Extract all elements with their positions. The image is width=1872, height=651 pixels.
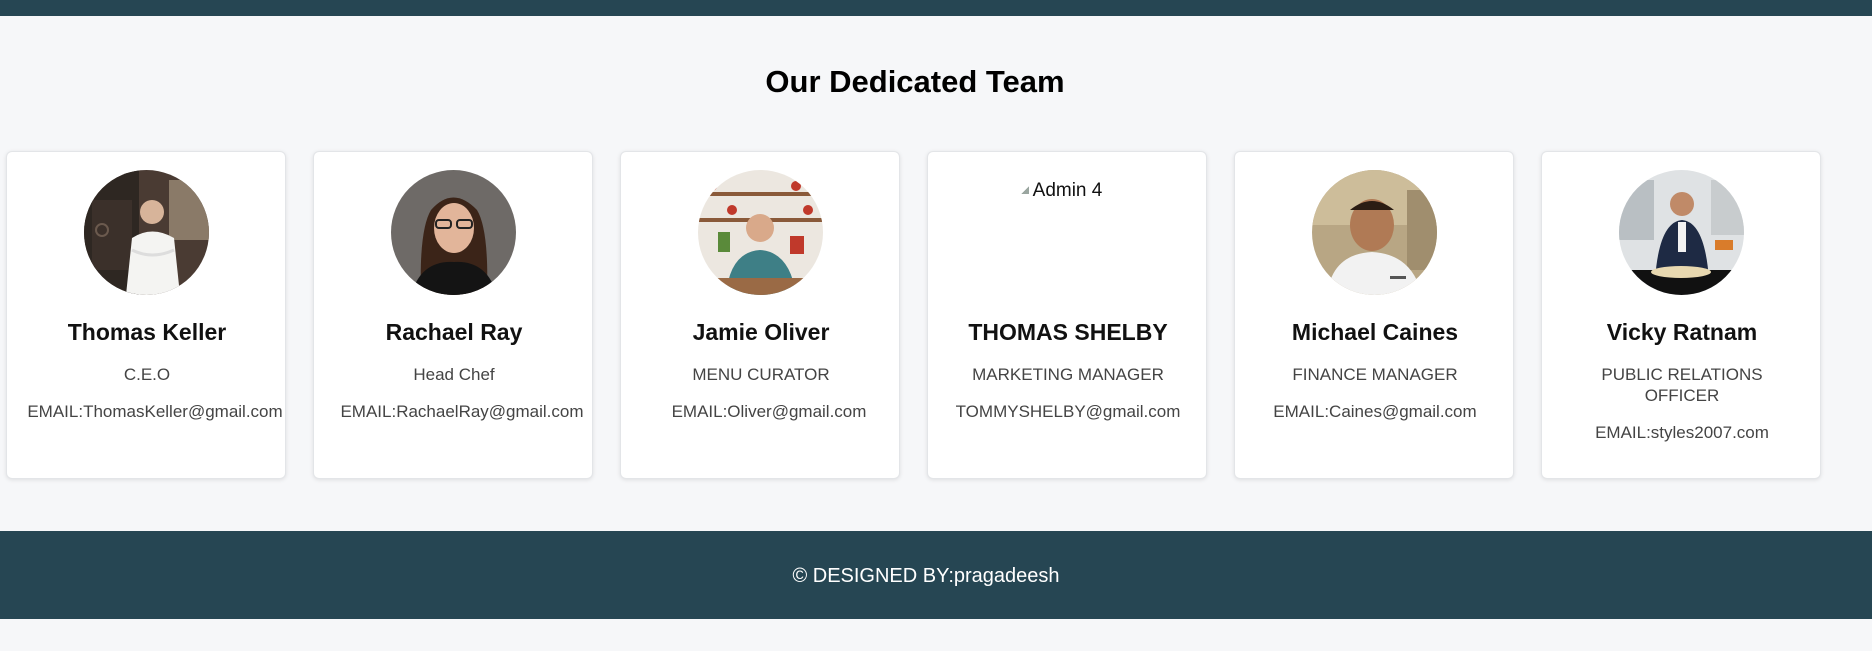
member-name: Jamie Oliver [692,319,830,345]
member-name: Michael Caines [1291,319,1459,345]
team-card-jamie-oliver: Jamie Oliver MENU CURATOR EMAIL:Oliver@g… [620,151,900,479]
avatar [1619,170,1744,295]
member-email: EMAIL:styles2007.com [1595,423,1769,442]
broken-image: Admin 4 [1005,170,1130,295]
member-email: EMAIL:RachaelRay@gmail.com [340,402,584,421]
top-bar [0,0,1872,16]
member-email: EMAIL:Caines@gmail.com [1273,402,1477,421]
chef-photo-icon [84,170,209,295]
member-role: MARKETING MANAGER [972,365,1164,384]
member-name: Thomas Keller [67,319,227,345]
member-role: MENU CURATOR [692,365,830,384]
member-role: FINANCE MANAGER [1292,365,1458,384]
image-alt-text: Admin 4 [1032,180,1103,201]
avatar [84,170,209,295]
member-name: THOMAS SHELBY [968,319,1168,345]
member-email: EMAIL:Oliver@gmail.com [671,402,867,421]
kitchen-photo-icon [698,170,823,295]
avatar [391,170,516,295]
member-role: PUBLIC RELATIONS OFFICER [1601,365,1763,405]
chef-portrait-icon [1312,170,1437,295]
footer-credit: © DESIGNED BY:pragadeesh [792,565,1060,587]
man-suit-photo-icon [1619,170,1744,295]
team-card-vicky-ratnam: Vicky Ratnam PUBLIC RELATIONS OFFICER EM… [1541,151,1821,479]
avatar [698,170,823,295]
team-card-thomas-shelby: Admin 4 THOMAS SHELBY MARKETING MANAGER … [927,151,1207,479]
section-title: Our Dedicated Team [765,64,1065,99]
woman-photo-icon [391,170,516,295]
member-name: Vicky Ratnam [1606,319,1758,345]
footer: © DESIGNED BY:pragadeesh [0,531,1872,619]
member-name: Rachael Ray [385,319,523,345]
avatar [1312,170,1437,295]
member-role: C.E.O [123,365,171,384]
team-card-thomas-keller: Thomas Keller C.E.O EMAIL:ThomasKeller@g… [6,151,286,479]
team-card-michael-caines: Michael Caines FINANCE MANAGER EMAIL:Cai… [1234,151,1514,479]
member-email: TOMMYSHELBY@gmail.com [955,402,1181,421]
team-card-rachael-ray: Rachael Ray Head Chef EMAIL:RachaelRay@g… [313,151,593,479]
member-role: Head Chef [413,365,495,384]
member-email: EMAIL:ThomasKeller@gmail.com [27,402,283,421]
